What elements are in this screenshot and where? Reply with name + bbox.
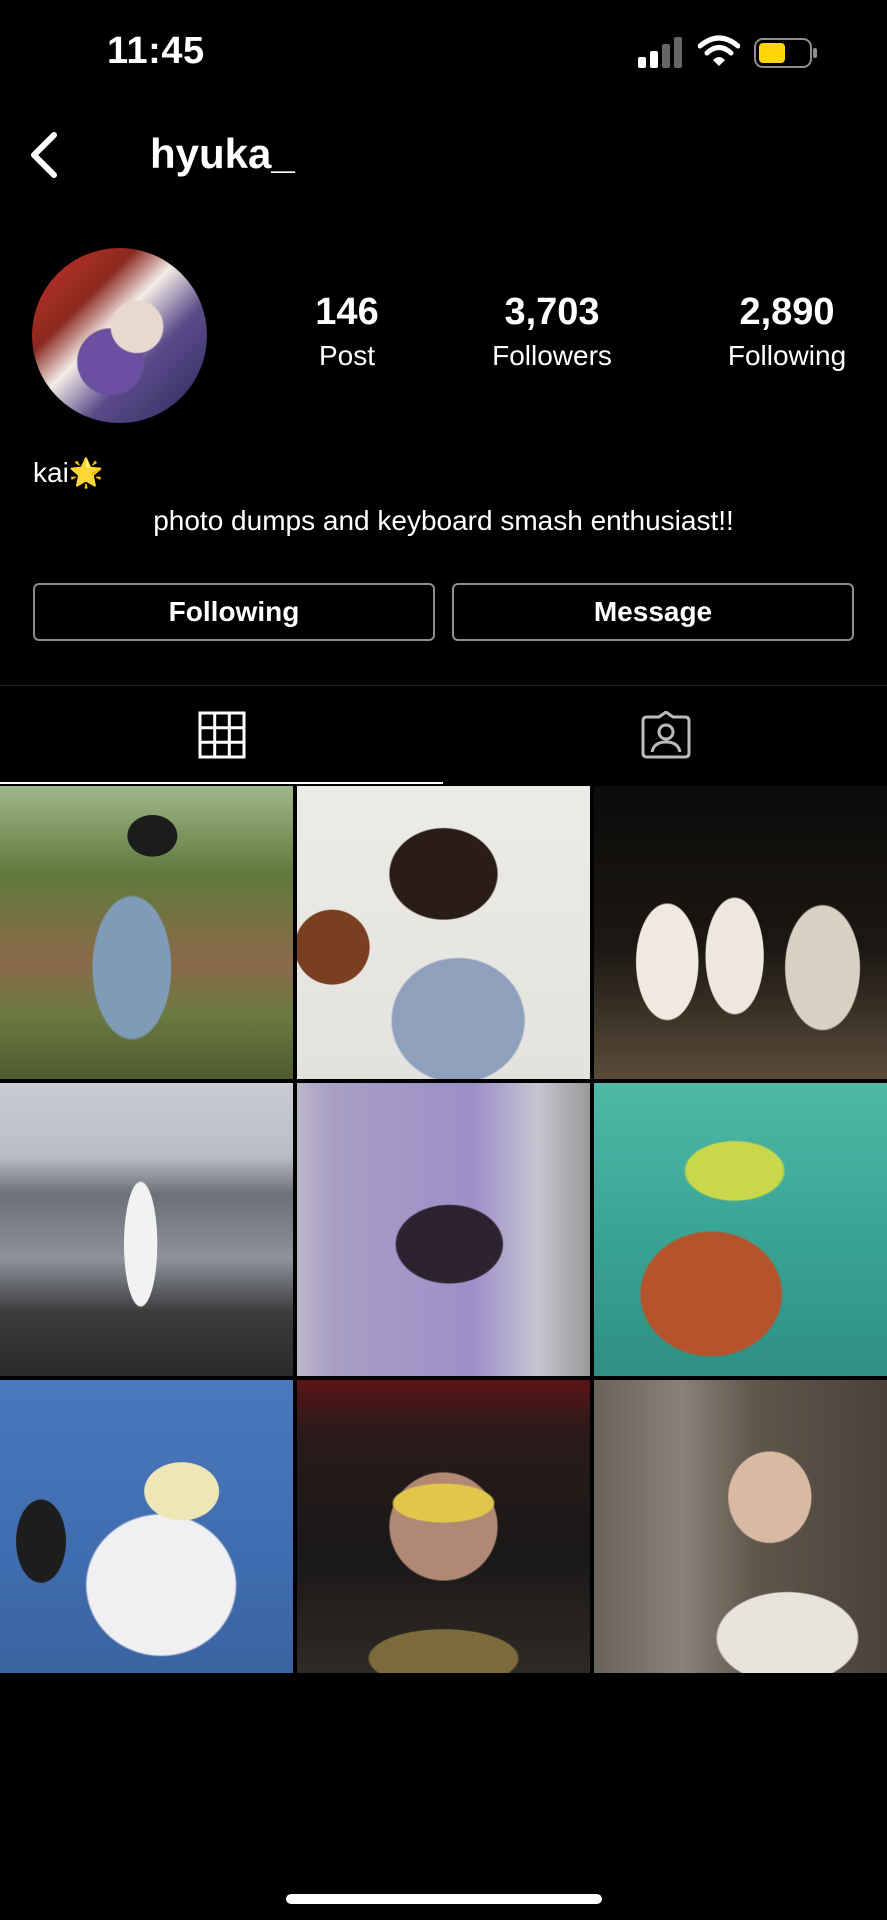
- grid-icon: [198, 711, 245, 759]
- followers-count-value: 3,703: [504, 291, 600, 333]
- status-time: 11:45: [107, 30, 205, 72]
- tab-posts-grid[interactable]: [0, 686, 443, 784]
- tab-tagged[interactable]: [444, 686, 887, 784]
- following-button[interactable]: Following: [33, 583, 435, 641]
- post-thumbnail[interactable]: [297, 1380, 590, 1673]
- post-thumbnail[interactable]: [0, 786, 293, 1079]
- tagged-person-icon: [641, 711, 690, 759]
- followers-count-label: Followers: [492, 340, 612, 371]
- following-count-label: Following: [727, 340, 847, 371]
- wifi-icon: [698, 35, 740, 66]
- profile-username: hyuka_: [150, 130, 295, 177]
- post-thumbnail[interactable]: [594, 1083, 887, 1376]
- posts-count-value: 146: [315, 291, 379, 333]
- message-button[interactable]: Message: [452, 583, 854, 641]
- display-name: kai🌟: [33, 457, 104, 488]
- post-thumbnail[interactable]: [594, 1380, 887, 1673]
- followers-count[interactable]: 3,703 Followers: [472, 290, 632, 376]
- post-thumbnail[interactable]: [594, 786, 887, 1079]
- posts-count: 146 Post: [297, 290, 397, 376]
- posts-count-label: Post: [318, 340, 376, 371]
- profile-bio: photo dumps and keyboard smash enthusias…: [153, 505, 734, 536]
- cellular-signal-icon: [638, 36, 684, 68]
- home-indicator[interactable]: [286, 1894, 602, 1904]
- battery-icon: [754, 38, 817, 68]
- post-thumbnail[interactable]: [0, 1083, 293, 1376]
- back-chevron-icon[interactable]: [26, 130, 62, 180]
- post-thumbnail[interactable]: [0, 1380, 293, 1673]
- following-count[interactable]: 2,890 Following: [712, 290, 862, 376]
- post-thumbnail[interactable]: [297, 786, 590, 1079]
- following-count-value: 2,890: [739, 291, 835, 333]
- post-thumbnail[interactable]: [297, 1083, 590, 1376]
- active-tab-indicator: [0, 782, 443, 784]
- profile-avatar[interactable]: [32, 248, 207, 423]
